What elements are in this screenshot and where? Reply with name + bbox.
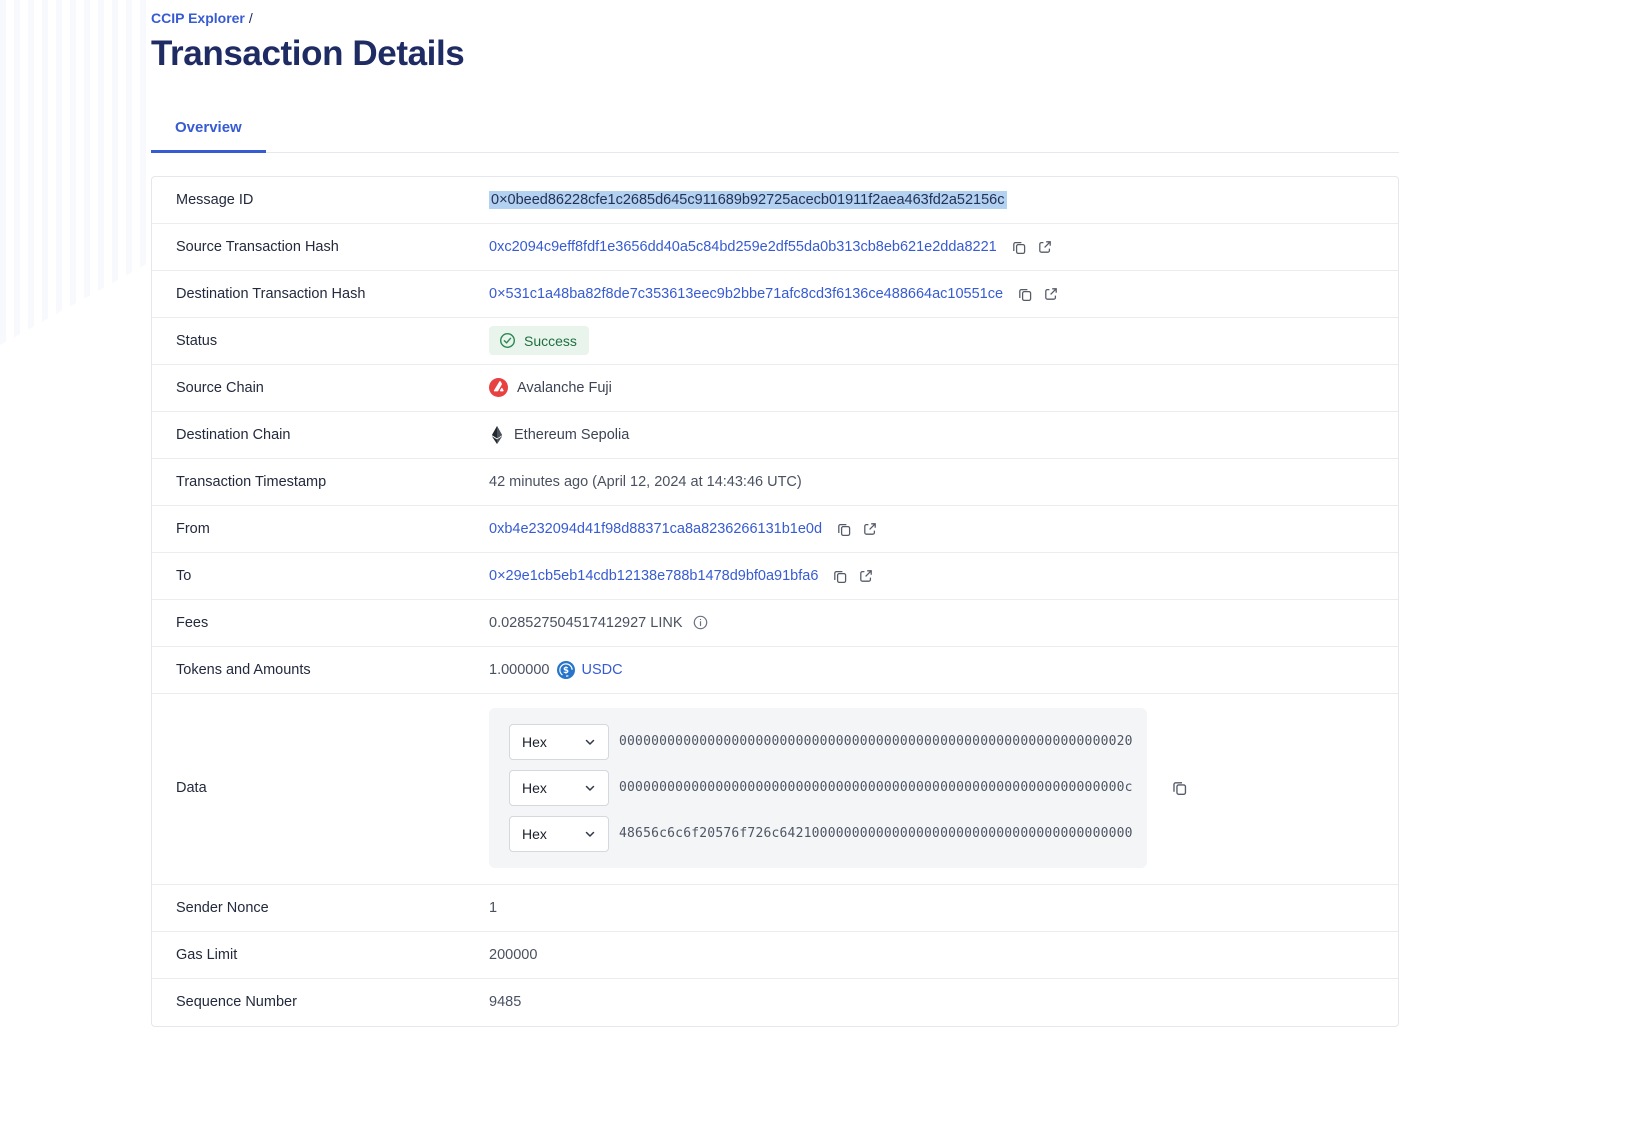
row-data: Data Hex 0000000000000000000000000000000…: [152, 694, 1398, 885]
external-link-icon: [1037, 239, 1053, 255]
breadcrumb-ccip-explorer-link[interactable]: CCIP Explorer: [151, 10, 245, 26]
to-copy-button[interactable]: [832, 568, 848, 584]
data-label: Data: [176, 780, 489, 796]
sequence-number-label: Sequence Number: [176, 994, 489, 1010]
fees-label: Fees: [176, 615, 489, 631]
dest-chain-label: Destination Chain: [176, 427, 489, 443]
from-external-link-button[interactable]: [862, 521, 878, 537]
source-tx-external-link-button[interactable]: [1037, 239, 1053, 255]
background-decoration: [0, 0, 150, 345]
breadcrumb-separator: /: [249, 10, 253, 26]
dest-tx-copy-button[interactable]: [1017, 286, 1033, 302]
external-link-icon: [858, 568, 874, 584]
tokens-label: Tokens and Amounts: [176, 662, 489, 678]
copy-icon: [1171, 779, 1188, 796]
row-message-id: Message ID 0×0beed86228cfe1c2685d645c911…: [152, 177, 1398, 224]
page-title: Transaction Details: [151, 34, 1399, 74]
row-sender-nonce: Sender Nonce 1: [152, 885, 1398, 932]
source-tx-copy-button[interactable]: [1011, 239, 1027, 255]
status-badge: Success: [489, 326, 589, 355]
usdc-token-link[interactable]: $ USDC: [557, 661, 622, 679]
copy-icon: [832, 568, 848, 584]
data-format-select[interactable]: Hex: [509, 816, 609, 852]
sender-nonce-value: 1: [489, 900, 497, 916]
transaction-details-card: Message ID 0×0beed86228cfe1c2685d645c911…: [151, 176, 1399, 1027]
row-source-tx-hash: Source Transaction Hash 0xc2094c9eff8fdf…: [152, 224, 1398, 271]
dest-tx-hash-label: Destination Transaction Hash: [176, 286, 489, 302]
row-source-chain: Source Chain Avalanche Fuji: [152, 365, 1398, 412]
tab-bar: Overview: [151, 119, 1399, 153]
copy-icon: [1011, 239, 1027, 255]
message-id-label: Message ID: [176, 192, 489, 208]
data-hex-line: 48656c6c6f20576f726c64210000000000000000…: [619, 826, 1133, 841]
check-circle-icon: [499, 332, 516, 349]
source-tx-hash-link[interactable]: 0xc2094c9eff8fdf1e3656dd40a5c84bd259e2df…: [489, 239, 997, 255]
data-format-select-value: Hex: [522, 780, 547, 796]
chevron-down-icon: [584, 782, 596, 794]
row-tokens: Tokens and Amounts 1.000000 $ USDC: [152, 647, 1398, 694]
tab-overview[interactable]: Overview: [151, 119, 266, 153]
message-id-value: 0×0beed86228cfe1c2685d645c911689b92725ac…: [489, 191, 1007, 209]
from-label: From: [176, 521, 489, 537]
row-from: From 0xb4e232094d41f98d88371ca8a82362661…: [152, 506, 1398, 553]
svg-text:$: $: [563, 666, 569, 676]
token-symbol: USDC: [581, 662, 622, 678]
ethereum-icon: [489, 426, 505, 444]
row-dest-chain: Destination Chain Ethereum Sepolia: [152, 412, 1398, 459]
external-link-icon: [862, 521, 878, 537]
source-chain-label: Source Chain: [176, 380, 489, 396]
source-chain-name: Avalanche Fuji: [517, 380, 612, 396]
dest-tx-hash-link[interactable]: 0×531c1a48ba82f8de7c353613eec9b2bbe71afc…: [489, 286, 1003, 302]
info-icon[interactable]: [693, 615, 708, 630]
row-dest-tx-hash: Destination Transaction Hash 0×531c1a48b…: [152, 271, 1398, 318]
source-tx-hash-label: Source Transaction Hash: [176, 239, 489, 255]
row-to: To 0×29e1cb5eb14cdb12138e788b1478d9bf0a9…: [152, 553, 1398, 600]
usdc-icon: $: [557, 661, 575, 679]
data-line: Hex 000000000000000000000000000000000000…: [509, 770, 1127, 806]
row-gas-limit: Gas Limit 200000: [152, 932, 1398, 979]
to-external-link-button[interactable]: [858, 568, 874, 584]
external-link-icon: [1043, 286, 1059, 302]
data-line: Hex 000000000000000000000000000000000000…: [509, 724, 1127, 760]
to-address-link[interactable]: 0×29e1cb5eb14cdb12138e788b1478d9bf0a91bf…: [489, 568, 818, 584]
to-label: To: [176, 568, 489, 584]
copy-icon: [1017, 286, 1033, 302]
data-line: Hex 48656c6c6f20576f726c6421000000000000…: [509, 816, 1127, 852]
timestamp-value: 42 minutes ago (April 12, 2024 at 14:43:…: [489, 474, 802, 490]
status-badge-text: Success: [524, 333, 577, 349]
dest-chain-name: Ethereum Sepolia: [514, 427, 629, 443]
row-timestamp: Transaction Timestamp 42 minutes ago (Ap…: [152, 459, 1398, 506]
chevron-down-icon: [584, 736, 596, 748]
row-fees: Fees 0.028527504517412927 LINK: [152, 600, 1398, 647]
data-format-select-value: Hex: [522, 734, 547, 750]
dest-tx-external-link-button[interactable]: [1043, 286, 1059, 302]
from-copy-button[interactable]: [836, 521, 852, 537]
data-hex-box: Hex 000000000000000000000000000000000000…: [489, 708, 1147, 868]
chevron-down-icon: [584, 828, 596, 840]
row-sequence-number: Sequence Number 9485: [152, 979, 1398, 1026]
fees-value: 0.028527504517412927 LINK: [489, 615, 683, 631]
sequence-number-value: 9485: [489, 994, 521, 1010]
from-address-link[interactable]: 0xb4e232094d41f98d88371ca8a8236266131b1e…: [489, 521, 822, 537]
data-format-select[interactable]: Hex: [509, 770, 609, 806]
data-format-select-value: Hex: [522, 826, 547, 842]
row-status: Status Success: [152, 318, 1398, 365]
data-hex-line: 0000000000000000000000000000000000000000…: [619, 734, 1133, 749]
breadcrumb: CCIP Explorer/: [151, 0, 1399, 27]
data-format-select[interactable]: Hex: [509, 724, 609, 760]
timestamp-label: Transaction Timestamp: [176, 474, 489, 490]
token-amount: 1.000000: [489, 662, 549, 678]
gas-limit-label: Gas Limit: [176, 947, 489, 963]
data-copy-button[interactable]: [1171, 779, 1188, 796]
copy-icon: [836, 521, 852, 537]
status-label: Status: [176, 333, 489, 349]
main-content: CCIP Explorer/ Transaction Details Overv…: [151, 0, 1399, 1027]
avalanche-icon: [489, 378, 508, 397]
data-hex-line: 0000000000000000000000000000000000000000…: [619, 780, 1133, 795]
sender-nonce-label: Sender Nonce: [176, 900, 489, 916]
gas-limit-value: 200000: [489, 947, 537, 963]
